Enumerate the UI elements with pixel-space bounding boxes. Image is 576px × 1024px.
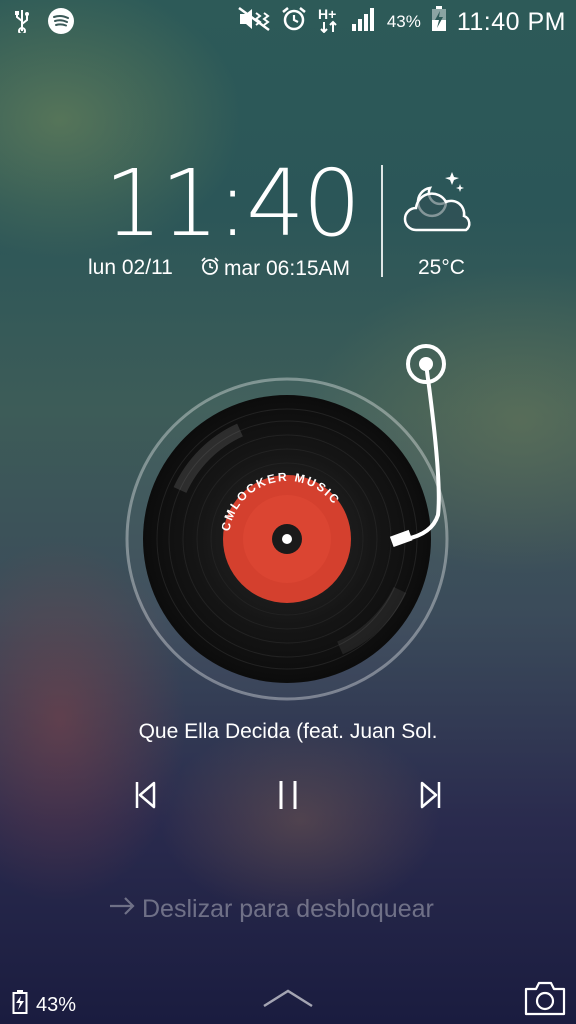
bottom-battery-percent: 43% xyxy=(36,993,77,1016)
alarm-clock-icon xyxy=(200,256,220,282)
music-turntable[interactable]: CMLOCKER MUSIC xyxy=(120,340,460,715)
status-time: 11:40 PM xyxy=(456,7,566,36)
unlock-hint[interactable]: Deslizar para desbloquear xyxy=(108,895,434,924)
lockscreen-clock: 11:40 xyxy=(104,150,361,257)
spindle xyxy=(282,534,292,544)
next-icon[interactable] xyxy=(418,778,444,817)
alarm-text: mar 06:15AM xyxy=(224,257,351,280)
unlock-text: Deslizar para desbloquear xyxy=(142,895,434,923)
chevron-up-icon[interactable] xyxy=(262,988,314,1013)
battery-charging-small-icon xyxy=(12,990,28,1020)
arrow-right-icon xyxy=(108,895,136,924)
hplus-data-icon: H+ xyxy=(317,5,341,39)
pause-icon[interactable] xyxy=(274,778,302,817)
signal-icon xyxy=(351,7,377,37)
bottom-battery: 43% xyxy=(12,990,76,1020)
next-alarm: mar 06:15AM xyxy=(200,256,350,282)
status-bar: H+ 43% 11:40 PM xyxy=(0,0,576,40)
spotify-icon xyxy=(48,8,74,39)
usb-icon xyxy=(14,9,30,38)
temperature: 25°C xyxy=(418,256,465,279)
playback-controls xyxy=(0,778,576,818)
track-title: Que Ella Decida (feat. Juan Sol. xyxy=(138,720,438,743)
svg-text:H+: H+ xyxy=(318,6,336,22)
cloud-moon-icon xyxy=(402,166,478,241)
alarm-icon xyxy=(281,6,307,38)
battery-percent: 43% xyxy=(386,12,421,31)
lockscreen-date: lun 02/11 xyxy=(88,256,173,279)
clock-weather-divider xyxy=(381,165,383,277)
previous-icon[interactable] xyxy=(132,778,158,817)
camera-icon[interactable] xyxy=(524,980,566,1021)
mute-vibrate-icon xyxy=(237,6,271,38)
battery-charging-icon xyxy=(431,6,447,38)
